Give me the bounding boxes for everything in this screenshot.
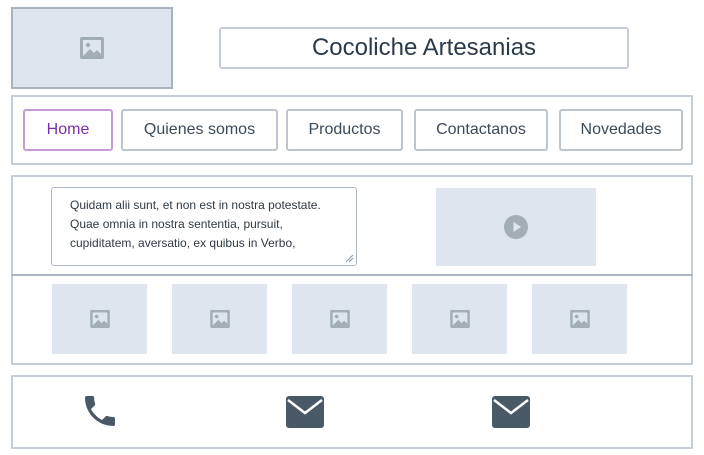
- resize-grip-icon[interactable]: [345, 254, 354, 263]
- gallery-image-3: [292, 284, 387, 354]
- image-icon: [449, 310, 470, 328]
- gallery-image-1: [52, 284, 147, 354]
- image-icon: [89, 310, 110, 328]
- nav-novedades-button[interactable]: Novedades: [559, 109, 683, 151]
- image-icon: [80, 37, 104, 59]
- play-icon[interactable]: [504, 215, 528, 239]
- content-divider: [11, 274, 693, 276]
- video-placeholder[interactable]: [436, 188, 596, 266]
- nav-productos-button[interactable]: Productos: [286, 109, 403, 151]
- gallery-image-4: [412, 284, 507, 354]
- logo-image-placeholder: [11, 7, 173, 89]
- image-icon: [329, 310, 350, 328]
- phone-icon[interactable]: [80, 391, 120, 431]
- image-icon: [569, 310, 590, 328]
- text-area-content: Quidam alii sunt, et non est in nostra p…: [70, 198, 321, 250]
- mail-icon[interactable]: [492, 396, 530, 428]
- mail-icon[interactable]: [286, 396, 324, 428]
- gallery-image-2: [172, 284, 267, 354]
- image-icon: [209, 310, 230, 328]
- nav-quienes-somos-button[interactable]: Quienes somos: [121, 109, 278, 151]
- nav-contactanos-button[interactable]: Contactanos: [414, 109, 548, 151]
- text-area[interactable]: Quidam alii sunt, et non est in nostra p…: [51, 187, 357, 266]
- site-title: Cocoliche Artesanias: [219, 27, 629, 69]
- nav-home-button[interactable]: Home: [23, 109, 113, 151]
- gallery-image-5: [532, 284, 627, 354]
